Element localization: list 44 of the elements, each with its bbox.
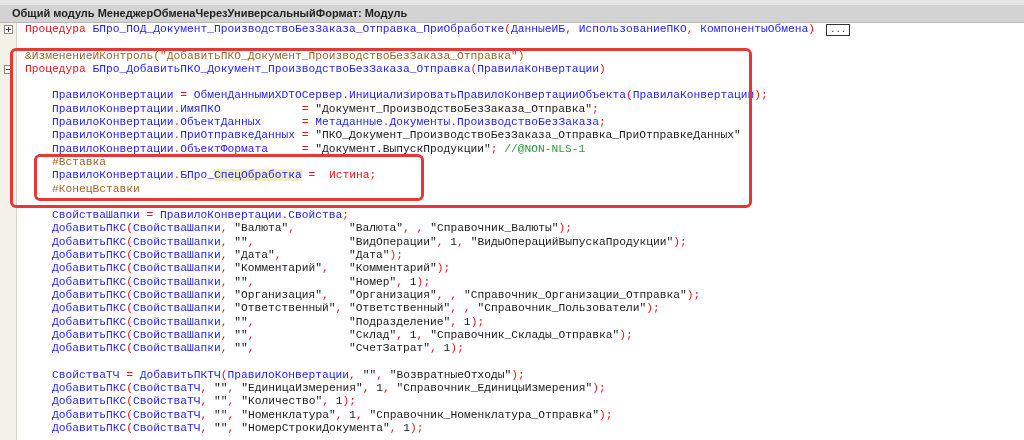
code-text: ДобавитьПКС(СвойстваШапки, "Комментарий",: [52, 262, 330, 276]
code-text: "Дата");: [349, 249, 404, 263]
code-text: ДобавитьПКС(СвойстваТЧ, "", "НомерСтрокиДокумента", 1);: [52, 421, 424, 436]
code-text: "СчетЗатрат", 1);: [349, 342, 464, 356]
code-text: ПравилоКонвертации.ИмяПКО: [52, 102, 222, 116]
code-text: "Комментарий");: [349, 262, 451, 276]
expand-icon[interactable]: [3, 25, 13, 35]
code-text: ПравилоКонвертации.ПриОтправкеДанных: [52, 129, 297, 143]
code-text: ДобавитьПКС(СвойстваШапки, "Валюта",: [52, 222, 297, 236]
code-text: "Ответственный", , "Справочник_Пользователи");: [349, 302, 660, 316]
code-text: ПравилоКонвертации.ОбъектФормата: [52, 142, 270, 156]
code-text: ДобавитьПКС(СвойстваШапки, "",: [52, 328, 256, 342]
code-text: "Организация", , "Справочник_Организации_Отправка");: [349, 288, 701, 303]
code-text: ПравилоКонвертации.БПро_СпецОбработка = Истина;: [52, 169, 377, 183]
code-text: ДобавитьПКС(СвойстваШапки, "",: [52, 275, 256, 289]
code-text: Процедура БПро_ПОД_Документ_ПроизводствоБезЗаказа_Отправка_ПриОбработке(ДанныеИБ, ИспользованиеПКО, КомпонентыОбмена): [25, 23, 815, 37]
code-text: ДобавитьПКС(СвойстваТЧ, "", "ЕдиницаИзмерения", 1, "Справочник_ЕдиницыИзмерения");: [52, 382, 606, 395]
code-text: "Подразделение", 1);: [349, 315, 485, 329]
code-text: ПравилоКонвертации.ОбъектДанных: [52, 116, 263, 130]
code-text: = Метаданные.Документы.ПроизводствоБезЗаказа;: [301, 116, 606, 130]
code-text: = "Документ_ПроизводствоБезЗаказа_Отправка";: [301, 102, 599, 117]
window-title: Общий модуль МенеджерОбменаЧерезУниверсальныйФормат: Модуль: [12, 6, 408, 22]
code-text: Процедура БПро_ДобавитьПКО_Документ_ПроизводствоБезЗаказа_Отправка(ПравилаКонвертации): [25, 62, 606, 77]
code-text: ДобавитьПКС(СвойстваШапки, "Организация",: [52, 288, 330, 302]
code-text: "Склад", 1, "Справочник_Склады_Отправка");: [349, 328, 633, 343]
code-text: ДобавитьПКС(СвойстваШапки, "Ответственный",: [52, 302, 344, 316]
code-text: СвойстваШапки = ПравилоКонвертации.Свойства;: [52, 209, 350, 222]
code-text: ДобавитьПКС(СвойстваШапки, "",: [52, 342, 256, 356]
code-text: ДобавитьПКС(СвойстваТЧ, "", "Номенклатура", 1, "Справочник_Номенклатура_Отправка");: [52, 408, 613, 422]
code-text: ДобавитьПКС(СвойстваТЧ, "", "Количество", 1);: [52, 395, 356, 409]
code-text: СвойстваТЧ = ДобавитьПКТЧ(ПравилоКонвертации, "", "ВозвратныеОтходы");: [52, 368, 525, 382]
collapse-icon[interactable]: [3, 65, 13, 75]
code-text: &ИзменениеИКонтроль("ДобавитьПКО_Документ_ПроизводствоБезЗаказа_Отправка"): [25, 49, 525, 63]
code-text: ДобавитьПКС(СвойстваШапки, "",: [52, 235, 256, 249]
folded-code-marker[interactable]: ...: [826, 23, 851, 36]
code-text: = "ПКО_Документ_ПроизводствоБезЗаказа_Отправка_ПриОтправкеДанных": [301, 129, 741, 143]
code-text: = "Документ.ВыпускПродукции"; //@NON-NLS-1: [301, 142, 586, 156]
code-text: #Вставка: [52, 155, 106, 170]
code-text: "Номер", 1);: [349, 275, 431, 289]
code-text: ДобавитьПКС(СвойстваШапки, "",: [52, 315, 256, 329]
code-text: #КонецВставки: [52, 182, 140, 196]
code-text: ДобавитьПКС(СвойстваШапки, "Дата",: [52, 249, 283, 262]
code-text: "ВидОперации", 1, "ВидыОперацийВыпускаПродукции");: [349, 235, 687, 250]
code-text: "Валюта", , "Справочник_Валюты");: [349, 222, 572, 236]
